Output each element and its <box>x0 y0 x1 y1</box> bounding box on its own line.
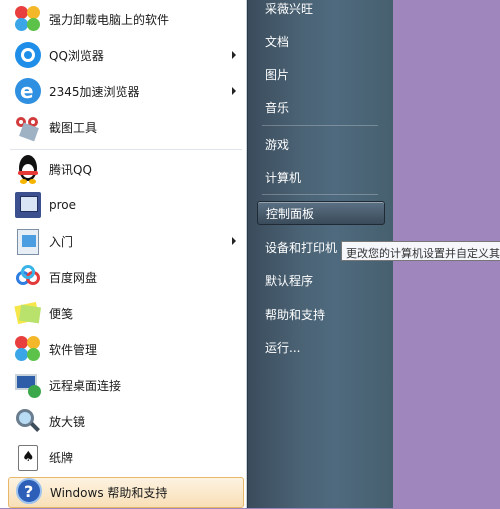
submenu-arrow-icon <box>232 51 236 59</box>
program-label: Windows 帮助和支持 <box>50 486 168 500</box>
program-label: 纸牌 <box>49 450 74 465</box>
program-item[interactable]: QQ浏览器 <box>8 38 244 72</box>
place-label: 图片 <box>265 67 290 82</box>
program-label: 百度网盘 <box>49 270 98 285</box>
solitaire-icon: ♠ <box>12 441 44 473</box>
place-label: 文档 <box>265 34 290 49</box>
program-item[interactable]: proe <box>8 188 244 222</box>
place-user[interactable]: 采薇兴旺 <box>257 0 385 20</box>
program-label: 软件管理 <box>49 342 98 357</box>
program-item[interactable]: 远程桌面连接 <box>8 368 244 402</box>
program-label: 放大镜 <box>49 414 86 429</box>
program-label: 2345加速浏览器 <box>49 84 140 99</box>
proe-icon <box>12 189 44 221</box>
place-label: 计算机 <box>265 170 302 185</box>
place-computer[interactable]: 计算机 <box>257 165 385 189</box>
place-label: 游戏 <box>265 137 290 152</box>
program-label: proe <box>49 198 77 212</box>
place-run[interactable]: 运行... <box>257 335 385 359</box>
place-documents[interactable]: 文档 <box>257 29 385 53</box>
place-label: 音乐 <box>265 100 290 115</box>
program-item-highlighted[interactable]: ? Windows 帮助和支持 <box>8 477 244 508</box>
qq-penguin-icon <box>12 153 44 185</box>
petal-logo-icon <box>12 3 44 35</box>
program-item[interactable]: 便笺 <box>8 296 244 330</box>
program-label: 截图工具 <box>49 120 98 135</box>
divider <box>262 125 378 126</box>
place-label: 运行... <box>265 340 301 355</box>
program-label: 强力卸载电脑上的软件 <box>49 12 170 27</box>
program-item[interactable]: 腾讯QQ <box>8 152 244 186</box>
program-item[interactable]: 软件管理 <box>8 332 244 366</box>
program-label: QQ浏览器 <box>49 48 104 63</box>
program-item[interactable]: 截图工具 <box>8 110 244 144</box>
place-label: 设备和打印机 <box>265 240 338 255</box>
remote-desktop-icon <box>12 369 44 401</box>
baidu-netdisk-icon <box>12 261 44 293</box>
place-label: 帮助和支持 <box>265 307 326 322</box>
program-label: 腾讯QQ <box>49 162 92 177</box>
snipping-tool-icon <box>12 111 44 143</box>
program-label: 便笺 <box>49 306 74 321</box>
place-music[interactable]: 音乐 <box>257 95 385 119</box>
program-item[interactable]: e 2345加速浏览器 <box>8 74 244 108</box>
tooltip-text: 更改您的计算机设置并自定义其 <box>346 247 500 260</box>
program-item[interactable]: 放大镜 <box>8 404 244 438</box>
program-item[interactable]: ♠ 纸牌 <box>8 440 244 474</box>
tooltip: 更改您的计算机设置并自定义其 <box>341 241 500 261</box>
divider <box>262 194 378 195</box>
place-label: 采薇兴旺 <box>265 1 314 16</box>
software-manager-icon <box>12 333 44 365</box>
help-icon: ? <box>13 477 45 509</box>
place-label: 默认程序 <box>265 273 314 288</box>
magnifier-icon <box>12 405 44 437</box>
program-item[interactable]: 百度网盘 <box>8 260 244 294</box>
place-control-panel[interactable]: 控制面板 <box>257 201 385 225</box>
ie-browser-icon: e <box>12 75 44 107</box>
submenu-arrow-icon <box>232 237 236 245</box>
place-pictures[interactable]: 图片 <box>257 62 385 86</box>
programs-pane: 强力卸载电脑上的软件 QQ浏览器 e 2345加速浏览器 截图工具 腾讯QQ p… <box>0 0 247 508</box>
place-default-programs[interactable]: 默认程序 <box>257 268 385 292</box>
submenu-arrow-icon <box>232 87 236 95</box>
divider <box>10 149 242 150</box>
qq-browser-icon <box>12 39 44 71</box>
program-label: 远程桌面连接 <box>49 378 122 393</box>
sticky-notes-icon <box>12 297 44 329</box>
place-label: 控制面板 <box>266 206 315 221</box>
start-menu: 强力卸载电脑上的软件 QQ浏览器 e 2345加速浏览器 截图工具 腾讯QQ p… <box>0 0 393 508</box>
program-item[interactable]: 强力卸载电脑上的软件 <box>8 2 244 36</box>
place-help-support[interactable]: 帮助和支持 <box>257 302 385 326</box>
program-label: 入门 <box>49 234 74 249</box>
program-item[interactable]: 入门 <box>8 224 244 258</box>
getting-started-icon <box>12 225 44 257</box>
place-games[interactable]: 游戏 <box>257 132 385 156</box>
